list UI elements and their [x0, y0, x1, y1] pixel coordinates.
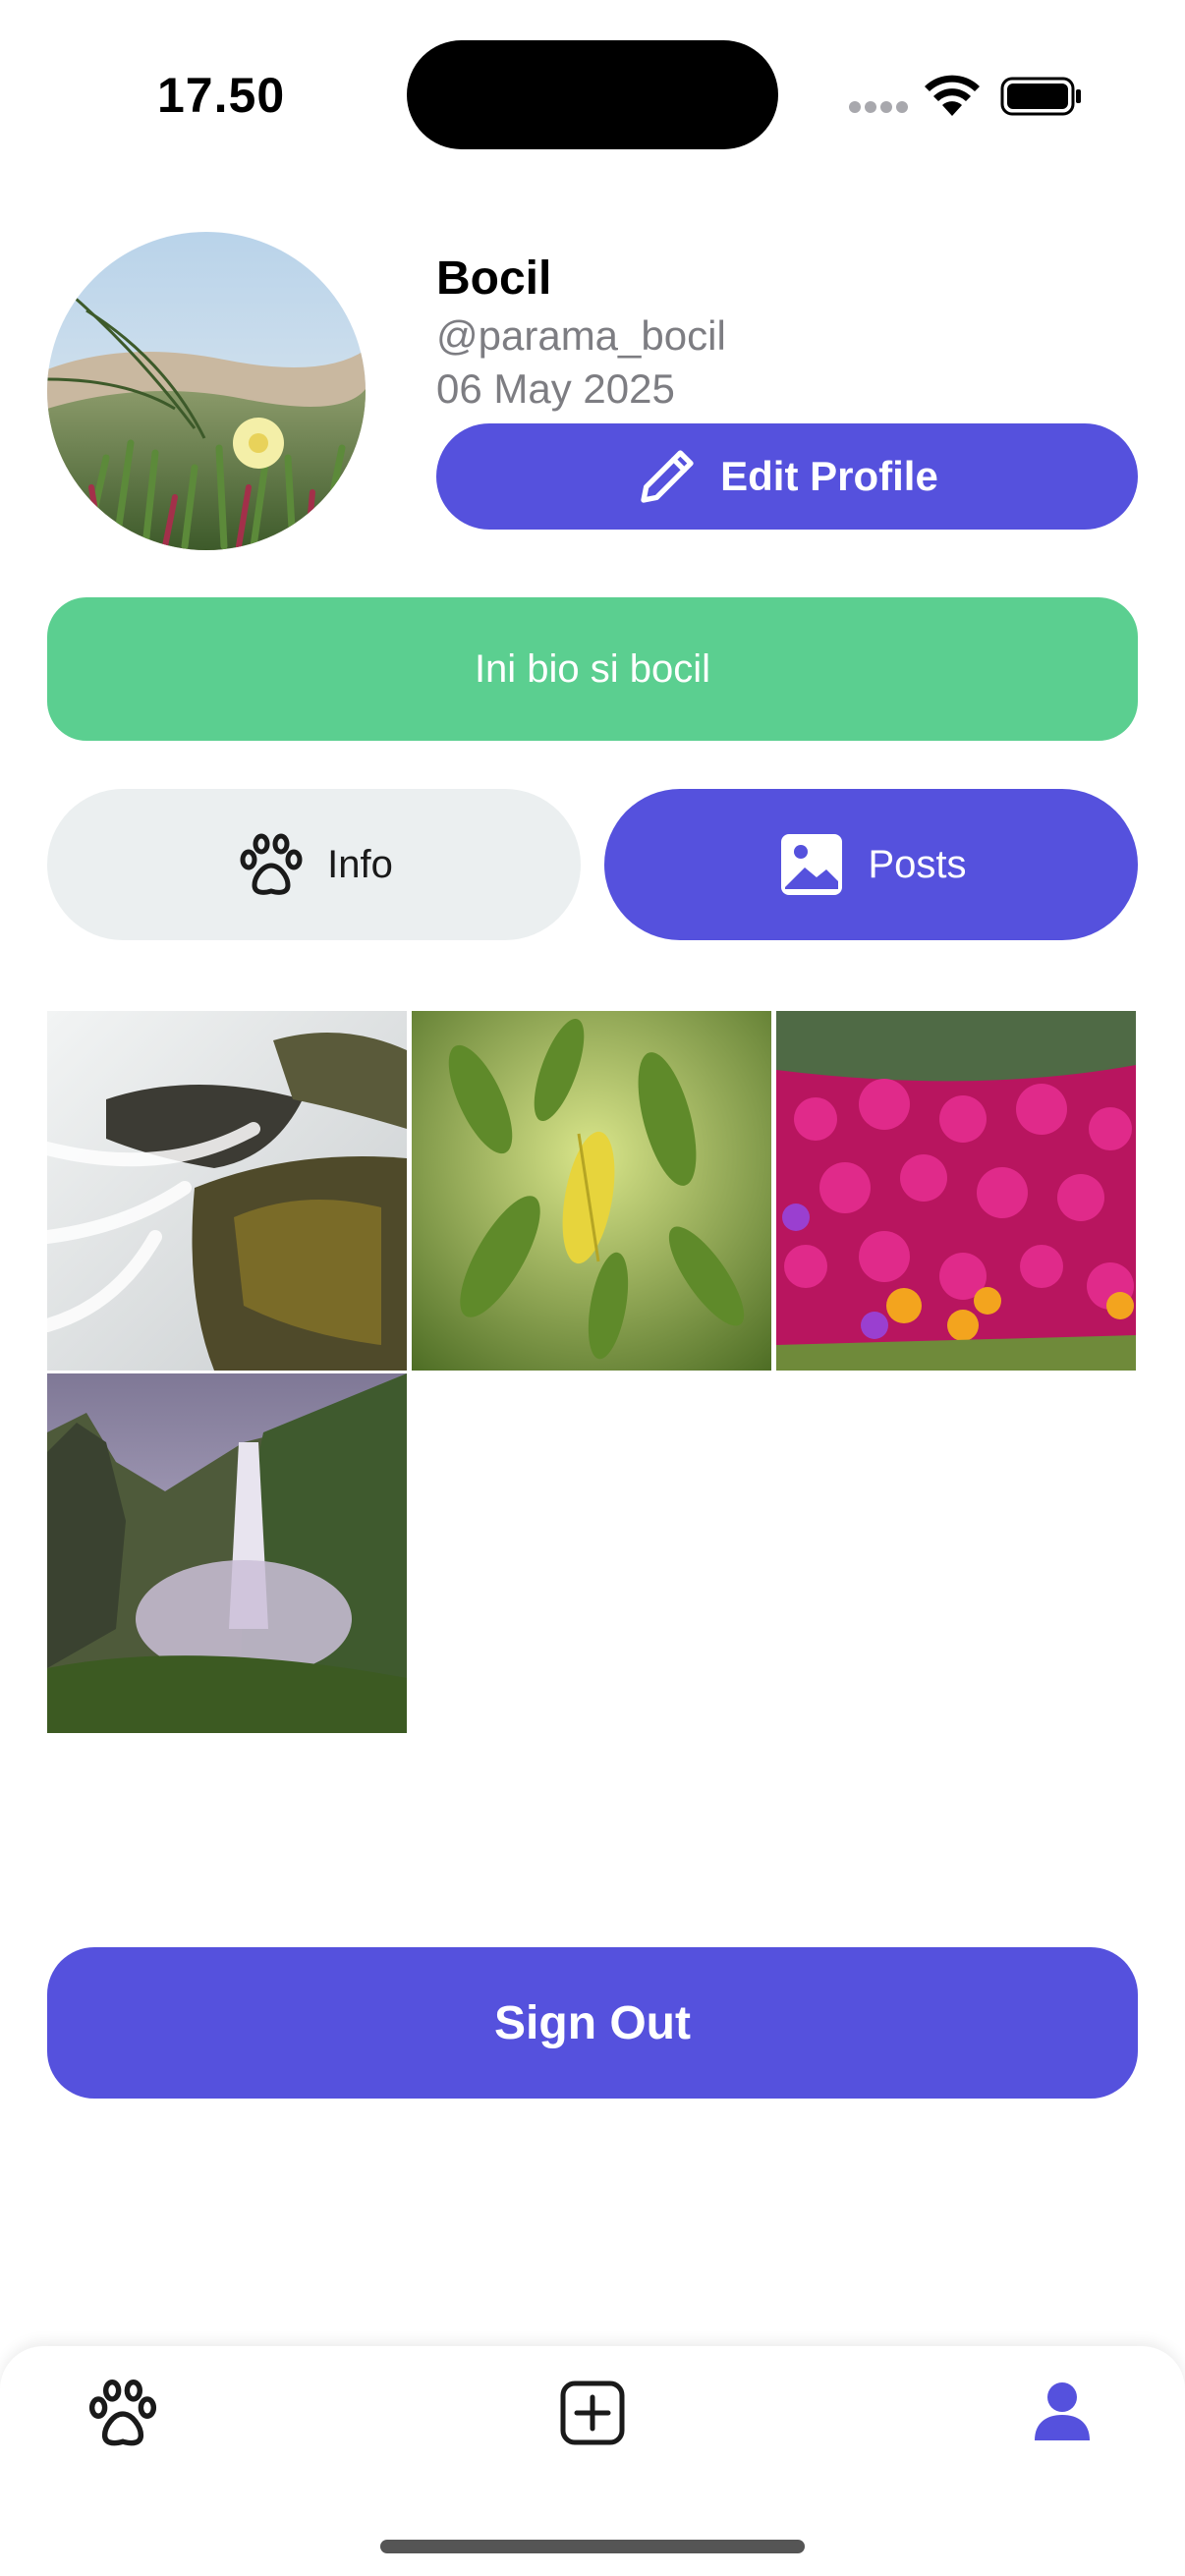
- sign-out-label: Sign Out: [494, 1996, 691, 2049]
- post-photo: [47, 1373, 407, 1733]
- profile-joined-date: 06 May 2025: [436, 365, 675, 412]
- bio-box: Ini bio si bocil: [47, 597, 1138, 741]
- avatar[interactable]: [47, 232, 366, 550]
- battery-icon: [1000, 77, 1081, 116]
- paw-icon: [240, 833, 303, 895]
- post-photo: [776, 1011, 1136, 1371]
- dynamic-island: [407, 40, 778, 149]
- status-time: 17.50: [157, 68, 286, 123]
- tab-info[interactable]: Info: [47, 789, 581, 940]
- paw-icon[interactable]: [84, 2374, 162, 2452]
- home-indicator: [380, 2540, 805, 2553]
- profile-handle: @parama_bocil: [436, 312, 726, 359]
- edit-profile-button[interactable]: Edit Profile: [436, 423, 1138, 530]
- pencil-icon: [641, 450, 694, 503]
- profile-name: Bocil: [436, 252, 552, 305]
- bio-text: Ini bio si bocil: [474, 646, 711, 691]
- cellular-signal-icon: [849, 101, 908, 115]
- post-thumbnail-1[interactable]: [47, 1011, 407, 1371]
- photo-icon: [781, 834, 843, 895]
- tab-posts-label: Posts: [868, 842, 967, 886]
- tab-info-label: Info: [327, 842, 393, 886]
- profile-icon[interactable]: [1023, 2374, 1101, 2452]
- sign-out-button[interactable]: Sign Out: [47, 1947, 1138, 2099]
- post-thumbnail-3[interactable]: [776, 1011, 1136, 1371]
- add-post-icon[interactable]: [553, 2374, 632, 2452]
- tab-posts[interactable]: Posts: [604, 789, 1138, 940]
- post-thumbnail-2[interactable]: [412, 1011, 771, 1371]
- wifi-icon: [925, 75, 980, 116]
- avatar-photo: [47, 232, 366, 550]
- edit-profile-label: Edit Profile: [720, 453, 938, 499]
- post-thumbnail-4[interactable]: [47, 1373, 407, 1733]
- post-photo: [412, 1011, 771, 1371]
- post-photo: [47, 1011, 407, 1371]
